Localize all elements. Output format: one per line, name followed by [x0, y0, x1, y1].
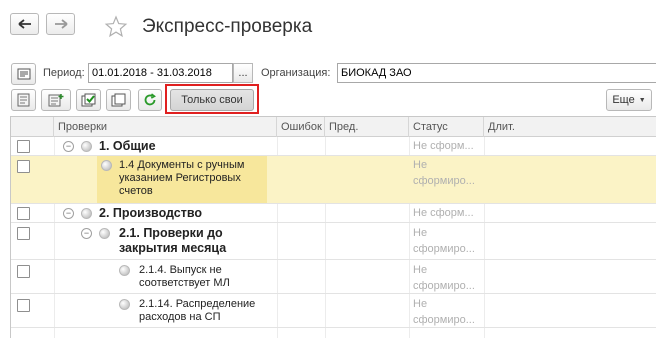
status-dot-icon [81, 208, 92, 219]
row-status: Не сформиро... [413, 264, 475, 292]
row-status: Не сформиро... [413, 159, 475, 187]
collapse-icon[interactable]: − [81, 228, 92, 239]
row-title: 1.4 Документы с ручным указанием Регистр… [119, 159, 245, 197]
check-selected-button[interactable] [41, 89, 71, 111]
status-dot-icon [99, 228, 110, 239]
row-title: 2.1.4. Выпуск не соответствует МЛ [139, 264, 230, 289]
period-select-button[interactable]: ... [233, 63, 253, 83]
mark-all-button[interactable] [76, 89, 101, 111]
check-all-button[interactable] [11, 89, 36, 111]
refresh-icon [144, 93, 156, 106]
row-title: 1. Общие [99, 139, 156, 153]
back-button[interactable] [10, 13, 39, 35]
table-row[interactable]: − 2. Производство Не сформ... [11, 204, 656, 223]
collapse-icon[interactable]: − [63, 141, 74, 152]
checks-table: Проверки Ошибок Пред. Статус Длит. − 1. … [10, 116, 656, 338]
checklist-add-icon [48, 94, 64, 107]
ellipsis-label: ... [238, 67, 248, 79]
header-checkbox [11, 117, 54, 137]
header-checks[interactable]: Проверки [54, 117, 277, 137]
row-status: Не сформ... [413, 207, 474, 219]
row-title: 2.1. Проверки до закрытия месяца [119, 226, 227, 255]
checklist-icon [17, 93, 29, 107]
row-checkbox[interactable] [17, 140, 30, 153]
status-dot-icon [101, 160, 112, 171]
only-mine-label: Только свои [181, 94, 243, 106]
table-row[interactable]: 2.1.4. Выпуск не соответствует МЛ Не сфо… [11, 260, 656, 294]
star-icon[interactable] [104, 15, 128, 39]
forward-button[interactable] [46, 13, 75, 35]
arrow-left-icon [17, 19, 31, 29]
row-title: 2. Производство [99, 206, 203, 220]
chevron-down-icon: ▼ [638, 96, 646, 104]
checkbox-empty-icon [111, 93, 125, 107]
arrow-right-icon [54, 19, 68, 29]
header-errors[interactable]: Ошибок [277, 117, 325, 137]
header-status[interactable]: Статус [409, 117, 484, 137]
more-menu-button[interactable]: Еще ▼ [606, 89, 652, 111]
org-field[interactable]: БИОКАД ЗАО [337, 63, 656, 83]
table-row[interactable]: − 2.1. Проверки до закрытия месяца Не сф… [11, 223, 656, 260]
row-status: Не сформиро... [413, 227, 475, 255]
row-checkbox[interactable] [17, 160, 30, 173]
status-dot-icon [119, 265, 130, 276]
row-checkbox[interactable] [17, 265, 30, 278]
status-dot-icon [119, 299, 130, 310]
checkbox-checked-icon [81, 93, 95, 107]
table-row-selected[interactable]: 1.4 Документы с ручным указанием Регистр… [11, 156, 656, 204]
status-dot-icon [81, 141, 92, 152]
list-settings-icon [17, 68, 30, 80]
row-checkbox[interactable] [17, 207, 30, 220]
period-field[interactable]: 01.01.2018 - 31.03.2018 [88, 63, 233, 83]
row-checkbox[interactable] [17, 227, 30, 240]
refresh-button[interactable] [138, 89, 162, 111]
row-checkbox[interactable] [17, 299, 30, 312]
header-prev[interactable]: Пред. [325, 117, 409, 137]
header-duration[interactable]: Длит. [484, 117, 656, 137]
unmark-all-button[interactable] [106, 89, 131, 111]
period-label: Период: [43, 67, 85, 79]
page-title: Экспресс-проверка [142, 16, 313, 37]
org-label: Организация: [261, 67, 331, 79]
more-label: Еще [612, 94, 635, 106]
table-row[interactable]: − 1. Общие Не сформ... [11, 137, 656, 156]
settings-button[interactable] [11, 63, 36, 85]
table-row[interactable]: 2.1.14. Распределение расходов на СП Не … [11, 294, 656, 328]
table-header: Проверки Ошибок Пред. Статус Длит. [11, 117, 656, 137]
only-mine-toggle[interactable]: Только свои [170, 89, 254, 111]
row-status: Не сформиро... [413, 298, 475, 326]
row-status: Не сформ... [413, 140, 474, 152]
collapse-icon[interactable]: − [63, 208, 74, 219]
row-title: 2.1.14. Распределение расходов на СП [139, 298, 256, 323]
